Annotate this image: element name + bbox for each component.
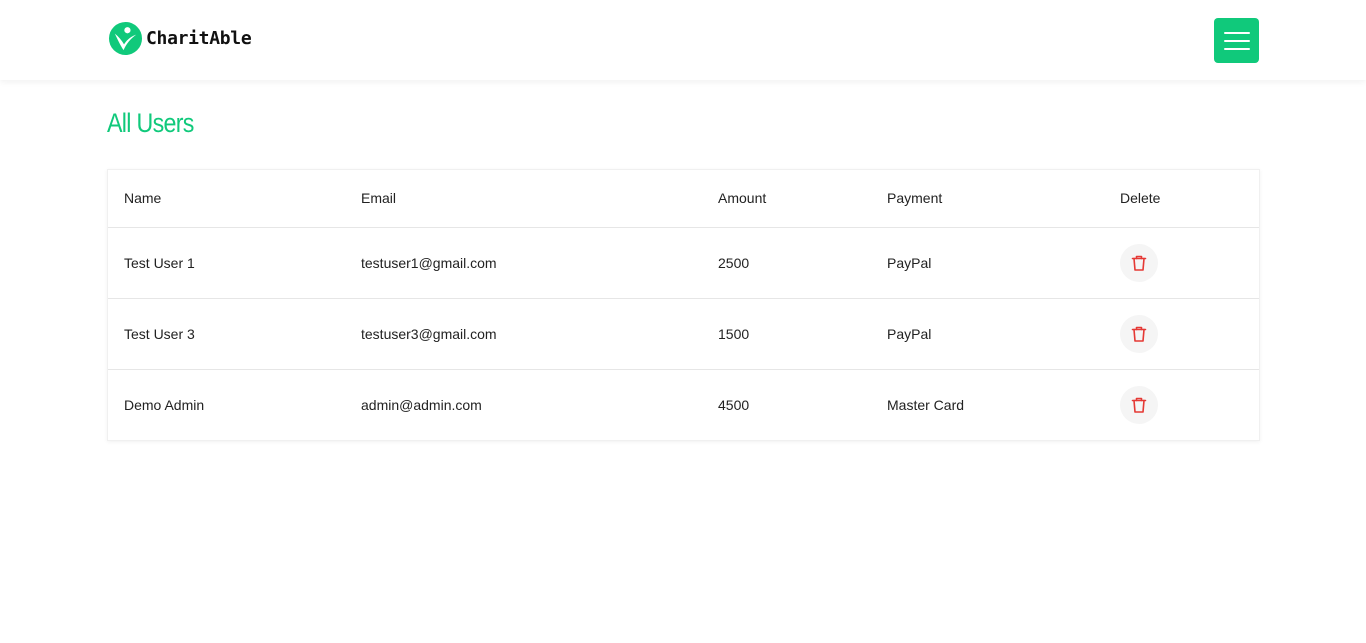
- user-email: testuser1@gmail.com: [345, 227, 702, 299]
- header-payment: Payment: [871, 170, 1104, 228]
- charity-person-icon: [108, 21, 143, 55]
- trash-icon: [1131, 255, 1147, 271]
- user-amount: 1500: [702, 298, 871, 370]
- user-payment: PayPal: [871, 227, 1104, 299]
- delete-user-button[interactable]: [1120, 243, 1158, 282]
- delete-user-button[interactable]: [1120, 314, 1158, 353]
- trash-icon: [1131, 326, 1147, 342]
- hamburger-menu-icon: [1223, 31, 1250, 50]
- user-amount: 4500: [718, 396, 750, 413]
- page-title: All Users: [107, 108, 194, 138]
- table-header-row: Name Email Amount Payment Delete: [108, 170, 1259, 228]
- user-name: Test User 3: [108, 298, 345, 370]
- header-delete: Delete: [1104, 170, 1259, 228]
- delete-cell: [1104, 369, 1259, 440]
- header-name: Name: [108, 170, 345, 228]
- user-name: Demo Admin: [124, 396, 205, 413]
- brand-name: CharitAble: [146, 27, 252, 49]
- users-table-container: Name Email Amount Payment Delete Test Us…: [107, 169, 1260, 441]
- table-row: Test User 3 testuser3@gmail.com 1500 Pay…: [108, 298, 1259, 370]
- user-name: Test User 1: [108, 227, 345, 299]
- header-amount: Amount: [702, 170, 871, 228]
- delete-user-button[interactable]: [1120, 385, 1158, 424]
- delete-cell: [1104, 227, 1259, 299]
- user-payment: Master Card: [887, 396, 965, 413]
- user-payment: PayPal: [871, 298, 1104, 370]
- table-row: Test User 1 testuser1@gmail.com 2500 Pay…: [108, 227, 1259, 299]
- menu-toggle-button[interactable]: [1214, 18, 1259, 63]
- users-table: Name Email Amount Payment Delete Test Us…: [108, 170, 1259, 440]
- header-email: Email: [345, 170, 702, 228]
- table-row: Demo Admin admin@admin.com 4500 Master C…: [108, 369, 1259, 440]
- delete-cell: [1104, 298, 1259, 370]
- navbar: CharitAble: [0, 0, 1366, 80]
- trash-icon: [1131, 397, 1147, 413]
- brand-link[interactable]: CharitAble: [108, 21, 252, 55]
- user-email: admin@admin.com: [361, 396, 482, 413]
- user-amount: 2500: [702, 227, 871, 299]
- user-email: testuser3@gmail.com: [345, 298, 702, 370]
